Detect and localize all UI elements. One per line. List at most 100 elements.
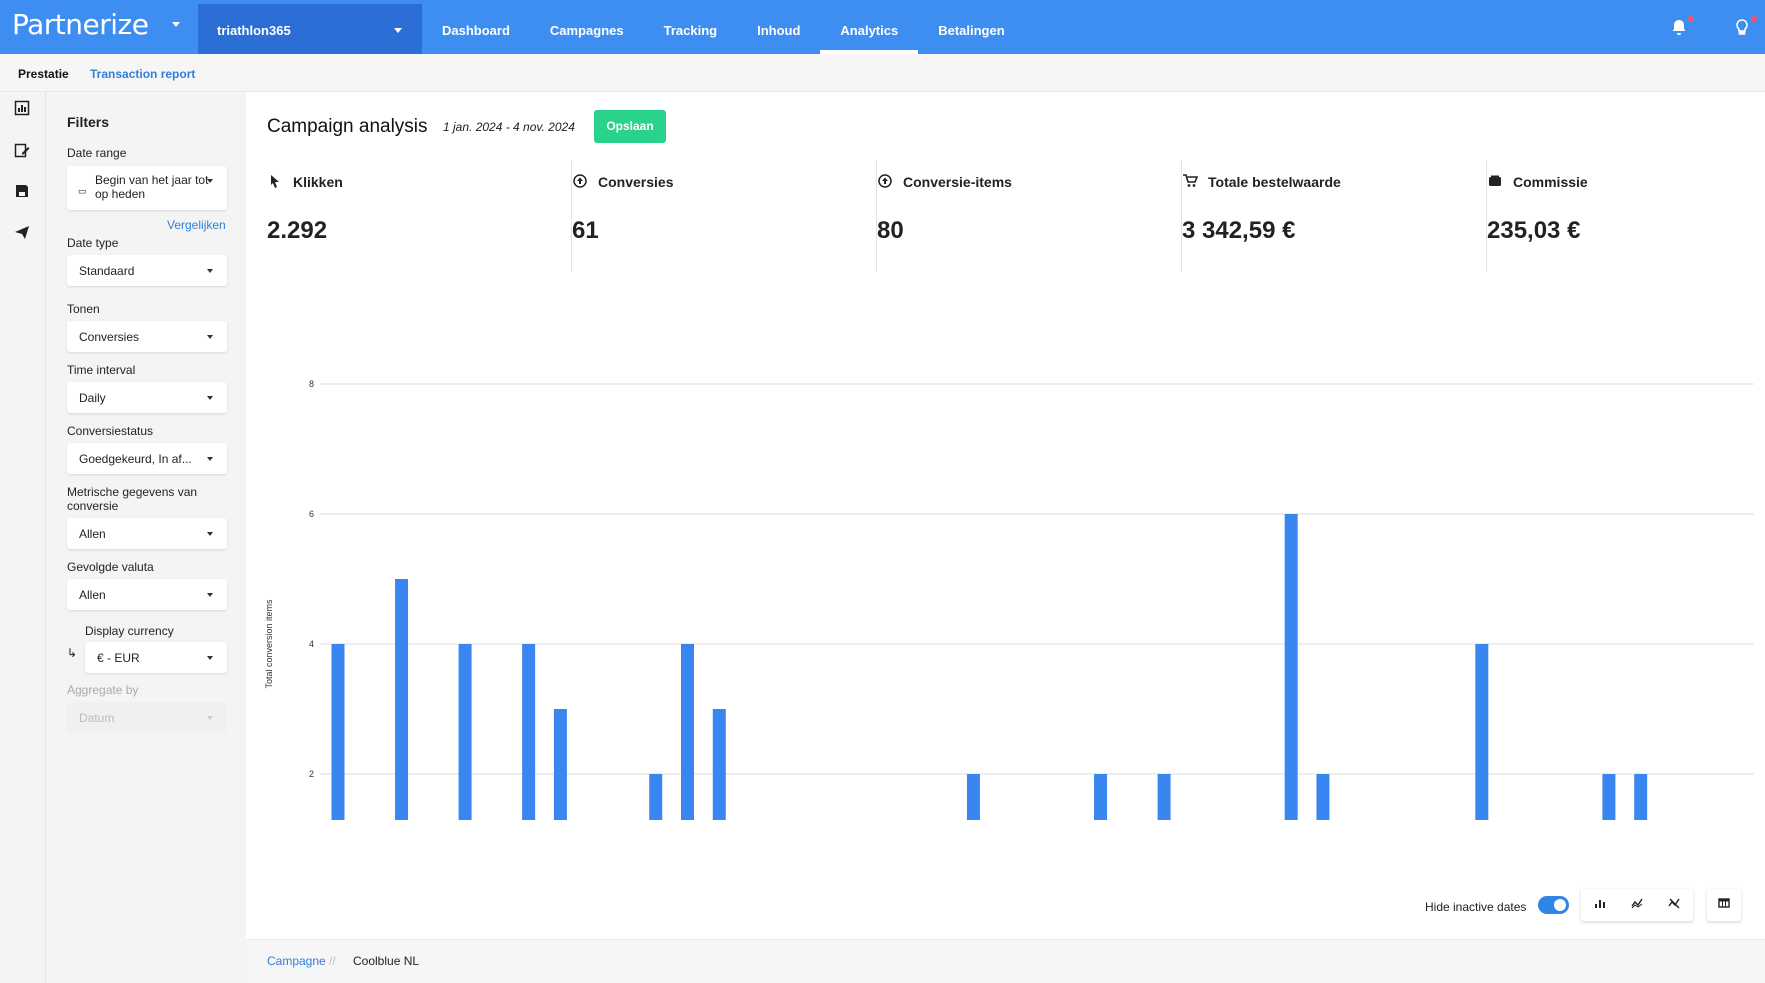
- compare-link[interactable]: Vergelijken: [167, 218, 226, 232]
- notification-bell-icon[interactable]: [1670, 16, 1694, 38]
- nav-inhoud[interactable]: Inhoud: [737, 4, 820, 54]
- chart-type-group: [1581, 889, 1693, 921]
- kpi-label: Klikken: [293, 174, 343, 190]
- currency-followed-value: Allen: [79, 588, 106, 602]
- metrics-select[interactable]: Allen: [67, 518, 227, 549]
- aggregate-chevron-icon: [207, 716, 213, 720]
- kpi-card-klikken: Klikken 2.292: [267, 160, 572, 272]
- kpi-value: 235,03 €: [1487, 217, 1581, 244]
- interval-value: Daily: [79, 391, 106, 405]
- bar-chart-icon[interactable]: [1581, 889, 1619, 921]
- partnerize-logo[interactable]: Partnerize: [12, 8, 149, 41]
- report-chart-icon[interactable]: [14, 100, 30, 116]
- account-selector[interactable]: triathlon365: [198, 4, 422, 54]
- chart-bar: [1094, 774, 1108, 904]
- aggregate-select: Datum: [67, 702, 227, 733]
- edit-report-icon[interactable]: [14, 142, 30, 158]
- metrics-chevron-icon: [207, 532, 213, 536]
- send-icon[interactable]: [14, 224, 30, 240]
- status-select[interactable]: Goedgekeurd, In af...: [67, 443, 227, 474]
- chart-bar: [458, 644, 472, 904]
- kpi-row: Klikken 2.292 Conversies 61 Conversie-it…: [267, 160, 1757, 272]
- kpi-value: 3 342,59 €: [1182, 217, 1296, 244]
- nav-dashboard[interactable]: Dashboard: [422, 4, 530, 54]
- status-value: Goedgekeurd, In af...: [79, 452, 192, 466]
- aggregate-value: Datum: [79, 711, 115, 725]
- conversion-chart: 02468Total conversion items1349111316171…: [246, 280, 1765, 957]
- hide-series-icon[interactable]: [1656, 889, 1693, 921]
- chart-bar: [522, 644, 536, 904]
- chart-bar: [1602, 774, 1616, 904]
- interval-select[interactable]: Daily: [67, 382, 227, 413]
- date-type-chevron-icon: [207, 269, 213, 273]
- nav-campagnes[interactable]: Campagnes: [530, 4, 644, 54]
- date-type-select[interactable]: Standaard: [67, 255, 227, 286]
- kpi-label: Totale bestelwaarde: [1208, 174, 1341, 190]
- main-nav: Dashboard Campagnes Tracking Inhoud Anal…: [422, 4, 1025, 54]
- date-range-value: Begin van het jaar tot op heden: [95, 173, 209, 201]
- table-icon[interactable]: [1707, 889, 1741, 921]
- chart-bar: [712, 709, 726, 904]
- chart-bar: [1475, 644, 1489, 904]
- interval-chevron-icon: [207, 396, 213, 400]
- hide-inactive-label: Hide inactive dates: [1425, 900, 1527, 914]
- nav-analytics[interactable]: Analytics: [820, 4, 919, 54]
- show-select[interactable]: Conversies: [67, 321, 227, 352]
- breadcrumb-separator: //: [329, 954, 336, 968]
- kpi-card-totale-bestelwaarde: Totale bestelwaarde 3 342,59 €: [1182, 160, 1487, 272]
- logo-chevron-down-icon[interactable]: [172, 22, 180, 27]
- conversion-items-icon: [877, 174, 893, 190]
- show-label: Tonen: [67, 302, 100, 316]
- bar-chart-svg: 02468Total conversion items1349111316171…: [264, 379, 1754, 957]
- date-type-label: Date type: [67, 236, 119, 250]
- breadcrumb-campagne[interactable]: Campagne: [267, 954, 326, 968]
- hide-inactive-toggle[interactable]: [1538, 896, 1569, 914]
- status-label: Conversiestatus: [67, 424, 154, 438]
- sub-tabs: Prestatie Transaction report: [0, 54, 1765, 92]
- page-title: Campaign analysis: [267, 116, 428, 137]
- chart-bar: [395, 579, 409, 904]
- display-currency-select[interactable]: € - EUR: [85, 642, 227, 673]
- account-chevron-down-icon: [394, 28, 402, 33]
- cursor-icon: [267, 174, 283, 190]
- icon-rail: [0, 92, 46, 983]
- lightbulb-dot: [1751, 16, 1757, 22]
- main-content: Campaign analysis 1 jan. 2024 - 4 nov. 2…: [246, 92, 1765, 957]
- kpi-label: Commissie: [1513, 174, 1588, 190]
- nav-tracking[interactable]: Tracking: [644, 4, 737, 54]
- save-button[interactable]: Opslaan: [594, 110, 666, 143]
- currency-followed-select[interactable]: Allen: [67, 579, 227, 610]
- lightbulb-icon[interactable]: [1733, 16, 1757, 38]
- metrics-label: Metrische gegevens van conversie: [67, 485, 198, 513]
- nav-betalingen[interactable]: Betalingen: [918, 4, 1024, 54]
- top-bar: Partnerize triathlon365 Dashboard Campag…: [0, 0, 1765, 54]
- y-tick-label: 4: [309, 639, 314, 649]
- kpi-label: Conversies: [598, 174, 674, 190]
- display-currency-label: Display currency: [85, 624, 174, 638]
- chart-bar: [681, 644, 694, 904]
- show-value: Conversies: [79, 330, 140, 344]
- kpi-value: 2.292: [267, 217, 328, 244]
- date-range-chevron-icon: [207, 179, 213, 183]
- chart-bar: [1157, 774, 1171, 904]
- date-range-label: Date range: [67, 146, 127, 160]
- y-axis-label: Total conversion items: [264, 599, 274, 689]
- tab-prestatie[interactable]: Prestatie: [18, 67, 69, 81]
- y-tick-label: 6: [309, 509, 314, 519]
- line-chart-icon[interactable]: [1618, 889, 1655, 921]
- aggregate-label: Aggregate by: [67, 683, 139, 697]
- metrics-value: Allen: [79, 527, 106, 541]
- chart-bar: [331, 644, 345, 904]
- breadcrumb-current: Coolblue NL: [353, 954, 420, 968]
- sub-arrow-icon: ↳: [67, 646, 78, 660]
- kpi-card-conversies: Conversies 61: [572, 160, 877, 272]
- display-currency-chevron-icon: [207, 656, 213, 660]
- date-range-display: 1 jan. 2024 - 4 nov. 2024: [443, 120, 575, 134]
- date-range-select[interactable]: ▭ Begin van het jaar tot op heden: [67, 166, 227, 210]
- tab-transaction-report[interactable]: Transaction report: [90, 67, 195, 81]
- save-icon[interactable]: [14, 183, 30, 199]
- kpi-card-conversie-items: Conversie-items 80: [877, 160, 1182, 272]
- cart-icon: [1182, 174, 1198, 190]
- kpi-value: 61: [572, 217, 599, 244]
- chart-bar: [553, 709, 567, 904]
